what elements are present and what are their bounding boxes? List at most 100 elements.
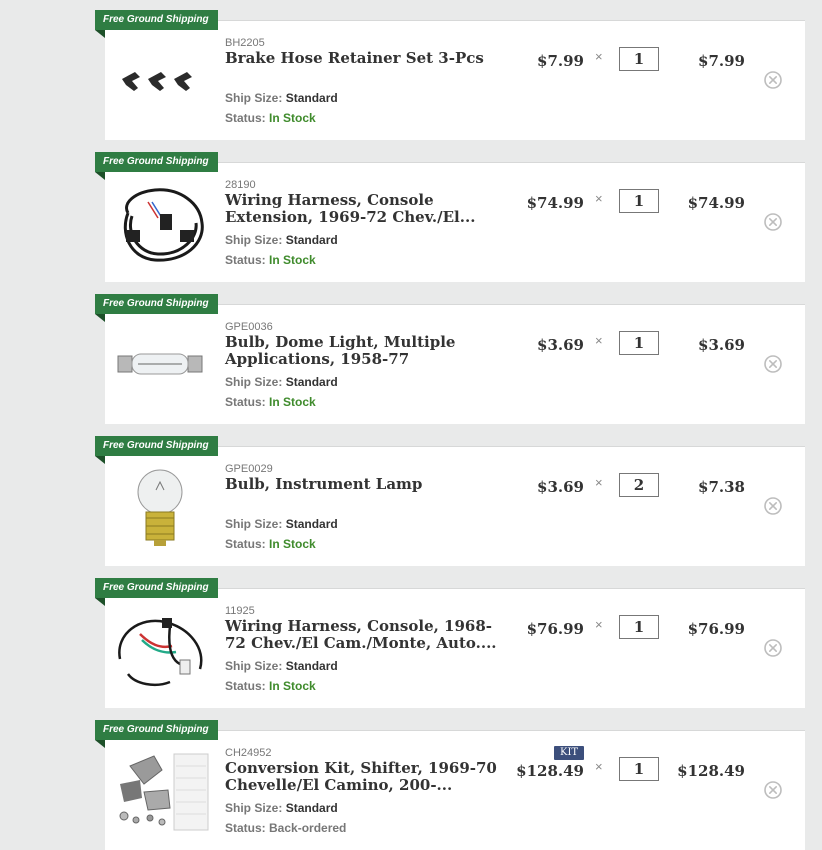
ribbon-fold bbox=[95, 598, 105, 606]
status-value: Back-ordered bbox=[269, 821, 347, 835]
free-shipping-ribbon: Free Ground Shipping bbox=[95, 720, 218, 740]
line-total: $128.49 bbox=[677, 762, 745, 780]
unit-price: $3.69 bbox=[537, 336, 584, 354]
cart-item: Free Ground Shipping GPE0036 Bulb, Dome … bbox=[95, 294, 805, 424]
times-sign: × bbox=[595, 191, 603, 206]
free-shipping-ribbon: Free Ground Shipping bbox=[95, 436, 218, 456]
status-value: In Stock bbox=[269, 679, 316, 693]
free-shipping-ribbon: Free Ground Shipping bbox=[95, 578, 218, 598]
ship-size-value: Standard bbox=[285, 91, 338, 105]
dome-light-bulb-image bbox=[117, 353, 203, 375]
times-sign: × bbox=[595, 49, 603, 64]
unit-price: $128.49 bbox=[516, 762, 584, 780]
quantity-input[interactable] bbox=[619, 615, 659, 639]
instrument-lamp-bulb-image bbox=[137, 469, 183, 546]
product-image[interactable] bbox=[110, 462, 210, 552]
cart-item: Free Ground Shipping BH2205 Brake Hose R… bbox=[95, 10, 805, 140]
product-image[interactable] bbox=[110, 320, 210, 410]
remove-item-button[interactable] bbox=[764, 213, 782, 231]
status-label: Status: bbox=[225, 253, 266, 267]
product-sku: GPE0036 bbox=[225, 321, 273, 333]
stock-status: Status: Back-ordered bbox=[225, 821, 346, 835]
ribbon-fold bbox=[95, 456, 105, 464]
times-sign: × bbox=[595, 333, 603, 348]
wiring-harness-image bbox=[123, 188, 204, 262]
free-shipping-ribbon: Free Ground Shipping bbox=[95, 10, 218, 30]
ship-size-label: Ship Size: bbox=[225, 91, 283, 105]
ribbon-fold bbox=[95, 30, 105, 38]
cart-item: Free Ground Shipping GPE0029 Bulb, Instr… bbox=[95, 436, 805, 566]
ribbon-fold bbox=[95, 172, 105, 180]
remove-item-button[interactable] bbox=[764, 71, 782, 89]
remove-item-button[interactable] bbox=[764, 781, 782, 799]
ship-size-label: Ship Size: bbox=[225, 801, 283, 815]
close-circle-icon bbox=[764, 71, 782, 89]
remove-item-button[interactable] bbox=[764, 639, 782, 657]
product-title[interactable]: Conversion Kit, Shifter, 1969-70 Chevell… bbox=[225, 760, 505, 794]
product-image[interactable] bbox=[110, 746, 210, 836]
ship-size-label: Ship Size: bbox=[225, 375, 283, 389]
quantity-input[interactable] bbox=[619, 473, 659, 497]
free-shipping-ribbon: Free Ground Shipping bbox=[95, 294, 218, 314]
ship-size-value: Standard bbox=[285, 233, 338, 247]
close-circle-icon bbox=[764, 639, 782, 657]
quantity-input[interactable] bbox=[619, 47, 659, 71]
ribbon-fold bbox=[95, 740, 105, 748]
product-sku: GPE0029 bbox=[225, 463, 273, 475]
status-value: In Stock bbox=[269, 111, 316, 125]
product-sku: 28190 bbox=[225, 179, 256, 191]
product-title[interactable]: Wiring Harness, Console, 1968-72 Chev./E… bbox=[225, 618, 505, 652]
product-image[interactable] bbox=[110, 604, 210, 694]
ship-size-label: Ship Size: bbox=[225, 659, 283, 673]
product-image[interactable] bbox=[110, 36, 210, 126]
ribbon-fold bbox=[95, 314, 105, 322]
close-circle-icon bbox=[764, 355, 782, 373]
product-title[interactable]: Bulb, Instrument Lamp bbox=[225, 476, 505, 493]
ship-size-label: Ship Size: bbox=[225, 233, 283, 247]
status-value: In Stock bbox=[269, 537, 316, 551]
ship-size: Ship Size: Standard bbox=[225, 801, 338, 815]
quantity-input[interactable] bbox=[619, 189, 659, 213]
cart-item: Free Ground Shipping CH24952 Conversion … bbox=[95, 720, 805, 850]
console-wiring-harness-image bbox=[118, 618, 203, 686]
product-title[interactable]: Wiring Harness, Console Extension, 1969-… bbox=[225, 192, 505, 226]
ship-size: Ship Size: Standard bbox=[225, 91, 338, 105]
unit-price: $3.69 bbox=[537, 478, 584, 496]
unit-price: $76.99 bbox=[526, 620, 584, 638]
product-sku: CH24952 bbox=[225, 747, 272, 759]
remove-item-button[interactable] bbox=[764, 497, 782, 515]
cart-item: Free Ground Shipping 11925 Wiring Harnes… bbox=[95, 578, 805, 708]
product-title[interactable]: Brake Hose Retainer Set 3-Pcs bbox=[225, 50, 505, 67]
kit-badge: KIT bbox=[554, 746, 585, 760]
stock-status: Status: In Stock bbox=[225, 537, 316, 551]
line-total: $74.99 bbox=[687, 194, 745, 212]
brake-hose-retainer-image bbox=[122, 72, 192, 91]
times-sign: × bbox=[595, 759, 603, 774]
remove-item-button[interactable] bbox=[764, 355, 782, 373]
ship-size-value: Standard bbox=[285, 517, 338, 531]
status-label: Status: bbox=[225, 537, 266, 551]
ship-size-value: Standard bbox=[285, 801, 338, 815]
line-total: $76.99 bbox=[687, 620, 745, 638]
stock-status: Status: In Stock bbox=[225, 395, 316, 409]
line-total: $3.69 bbox=[698, 336, 745, 354]
status-value: In Stock bbox=[269, 395, 316, 409]
product-sku: BH2205 bbox=[225, 37, 265, 49]
product-image[interactable] bbox=[110, 178, 210, 268]
product-title[interactable]: Bulb, Dome Light, Multiple Applications,… bbox=[225, 334, 505, 368]
shifter-conversion-kit-image bbox=[119, 753, 209, 831]
quantity-input[interactable] bbox=[619, 331, 659, 355]
line-total: $7.38 bbox=[698, 478, 745, 496]
ship-size: Ship Size: Standard bbox=[225, 517, 338, 531]
ship-size: Ship Size: Standard bbox=[225, 233, 338, 247]
stock-status: Status: In Stock bbox=[225, 111, 316, 125]
unit-price: $74.99 bbox=[526, 194, 584, 212]
status-value: In Stock bbox=[269, 253, 316, 267]
ship-size-label: Ship Size: bbox=[225, 517, 283, 531]
quantity-input[interactable] bbox=[619, 757, 659, 781]
ship-size-value: Standard bbox=[285, 375, 338, 389]
status-label: Status: bbox=[225, 821, 266, 835]
cart-item: Free Ground Shipping 28190 Wiring Harnes… bbox=[95, 152, 805, 282]
line-total: $7.99 bbox=[698, 52, 745, 70]
times-sign: × bbox=[595, 617, 603, 632]
